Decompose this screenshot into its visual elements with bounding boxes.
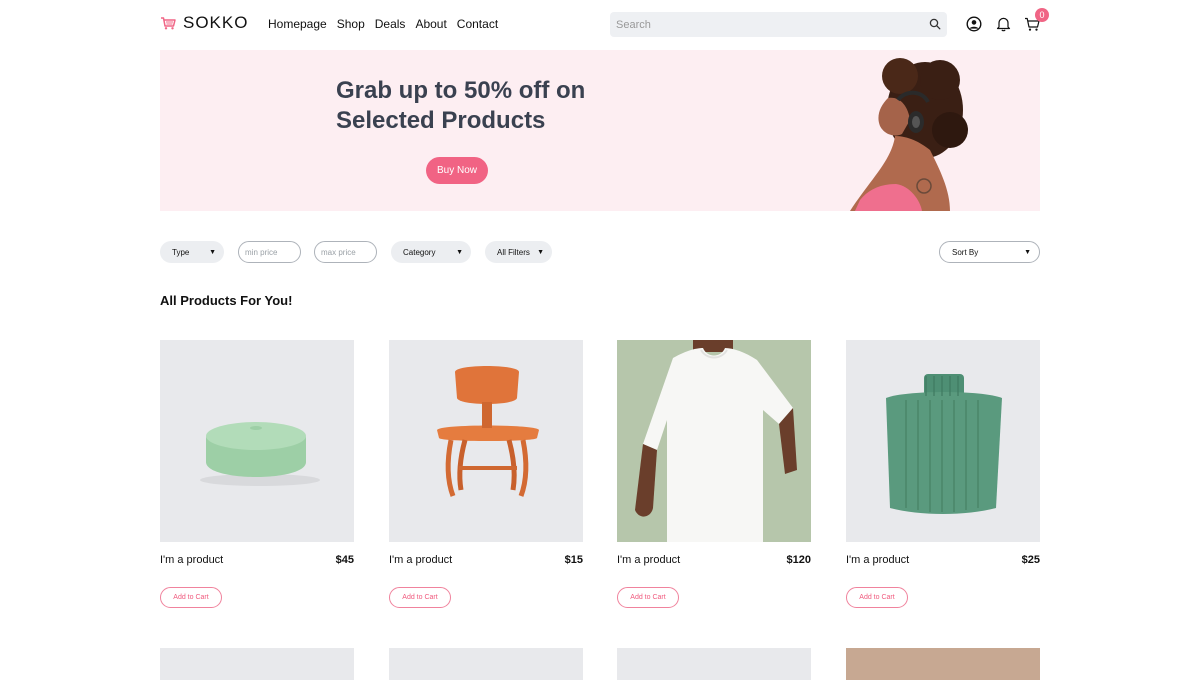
product-card-image[interactable] — [389, 648, 583, 680]
hero-title: Grab up to 50% off on Selected Products — [336, 77, 586, 134]
white-tshirt-image[interactable] — [617, 340, 811, 542]
chevron-down-icon: ▼ — [1024, 248, 1031, 256]
add-to-cart-button[interactable]: Add to Cart — [160, 587, 222, 608]
add-to-cart-button[interactable]: Add to Cart — [846, 587, 908, 608]
product-name: I'm a product — [617, 554, 681, 566]
nav-about[interactable]: About — [415, 17, 446, 31]
nav-homepage[interactable]: Homepage — [268, 17, 327, 31]
product-price: $25 — [1021, 554, 1040, 566]
product-card-image[interactable] — [617, 648, 811, 680]
type-filter[interactable]: Type ▼ — [160, 241, 224, 263]
main-nav: Homepage Shop Deals About Contact — [268, 17, 498, 31]
nav-contact[interactable]: Contact — [457, 17, 498, 31]
shopping-cart-logo-icon — [161, 17, 176, 30]
all-filters-label: All Filters — [497, 247, 530, 257]
search-input[interactable] — [610, 12, 910, 37]
chevron-down-icon: ▼ — [537, 248, 544, 256]
brand-name: SOKKO — [183, 13, 249, 32]
product-name: I'm a product — [160, 554, 224, 566]
bell-icon[interactable] — [996, 16, 1011, 32]
product-price: $120 — [786, 554, 811, 566]
cart-count-badge: 0 — [1035, 8, 1049, 22]
chevron-down-icon: ▼ — [456, 248, 463, 256]
product-card-image[interactable] — [160, 648, 354, 680]
category-filter[interactable]: Category ▼ — [391, 241, 471, 263]
min-price-input[interactable] — [245, 247, 294, 257]
product-price: $45 — [335, 554, 354, 566]
woman-with-headphones-image — [850, 58, 968, 211]
brand-logo[interactable]: SOKKO — [160, 13, 248, 33]
max-price-input[interactable] — [321, 247, 370, 257]
product-card-image[interactable] — [846, 648, 1040, 680]
section-title: All Products For You! — [160, 293, 293, 308]
max-price-field — [314, 241, 377, 263]
search-icon[interactable] — [929, 18, 941, 30]
nav-shop[interactable]: Shop — [337, 17, 365, 31]
product-name: I'm a product — [389, 554, 453, 566]
sort-by-label: Sort By — [952, 247, 979, 257]
green-sweater-image[interactable] — [846, 340, 1040, 542]
user-circle-icon[interactable] — [966, 16, 982, 32]
product-price: $15 — [564, 554, 583, 566]
product-name: I'm a product — [846, 554, 910, 566]
type-filter-label: Type — [172, 247, 190, 257]
product-card[interactable]: I'm a product $15 Add to Cart — [389, 340, 583, 608]
product-card[interactable]: I'm a product $120 Add to Cart — [617, 340, 811, 608]
chevron-down-icon: ▼ — [209, 248, 216, 256]
sort-by-dropdown[interactable]: Sort By ▼ — [939, 241, 1040, 263]
search-bar — [610, 12, 947, 37]
category-filter-label: Category — [403, 247, 436, 257]
add-to-cart-button[interactable]: Add to Cart — [389, 587, 451, 608]
all-filters-dropdown[interactable]: All Filters ▼ — [485, 241, 552, 263]
add-to-cart-button[interactable]: Add to Cart — [617, 587, 679, 608]
hero-banner: Grab up to 50% off on Selected Products … — [160, 50, 1040, 211]
nav-deals[interactable]: Deals — [375, 17, 406, 31]
green-ottoman-image[interactable] — [160, 340, 354, 542]
product-card[interactable]: I'm a product $25 Add to Cart — [846, 340, 1040, 608]
min-price-field — [238, 241, 301, 263]
product-card[interactable]: I'm a product $45 Add to Cart — [160, 340, 354, 608]
buy-now-button[interactable]: Buy Now — [426, 157, 488, 184]
wooden-chair-image[interactable] — [389, 340, 583, 542]
site-header: SOKKO Homepage Shop Deals About Contact … — [0, 0, 1200, 50]
